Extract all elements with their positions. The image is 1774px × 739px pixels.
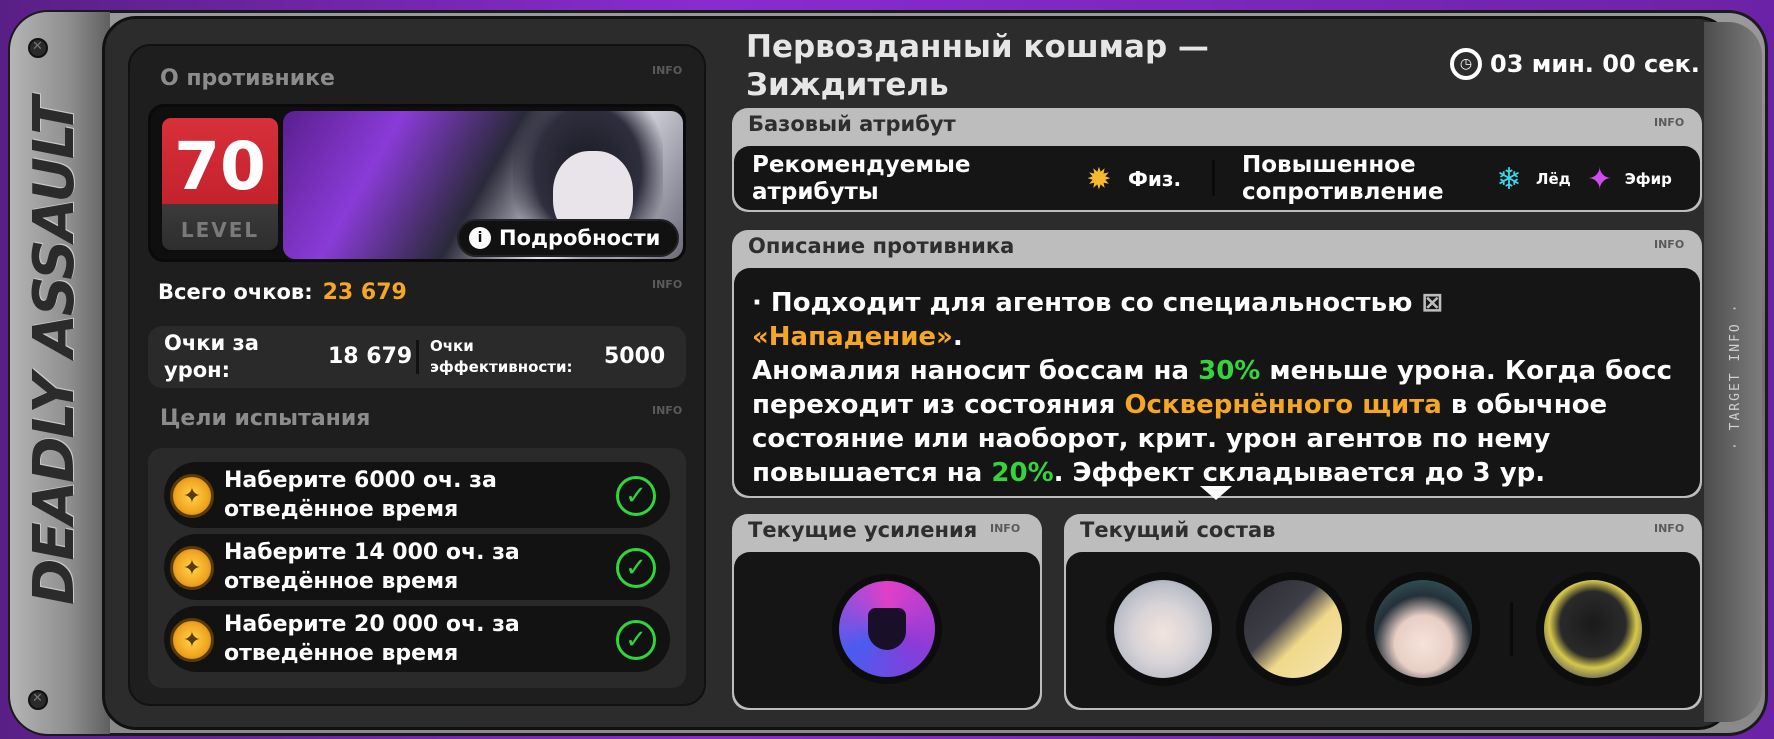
shield-icon	[868, 608, 906, 650]
agent-avatar[interactable]	[1366, 572, 1480, 686]
clock-icon: ◷	[1450, 48, 1482, 80]
star-coin-icon: ✦	[170, 474, 214, 518]
goal-item: ✦ Наберите 6000 оч. за отведённое время …	[164, 462, 670, 528]
enemy-level: 70	[174, 128, 266, 205]
resistance-label: Повышенное сопротивление	[1242, 152, 1444, 205]
goal-text: Наберите 14 000 оч. за отведённое время	[224, 540, 520, 594]
total-score-label: Всего очков:	[158, 280, 313, 304]
physical-label: Физ.	[1128, 167, 1182, 191]
enemy-section-label: О противнике	[160, 66, 335, 91]
description-tab-label: Описание противника	[748, 234, 1015, 258]
scroll-down-icon[interactable]	[1200, 486, 1232, 500]
details-button[interactable]: i Подробности	[457, 219, 679, 257]
level-word: LEVEL	[180, 218, 260, 242]
physical-icon: ✹	[1086, 161, 1112, 197]
target-info-label: · TARGET INFO ·	[1728, 302, 1743, 450]
ether-icon: ✦	[1587, 161, 1613, 197]
goals-list: ✦ Наберите 6000 оч. за отведённое время …	[148, 448, 686, 688]
info-circle-icon: i	[469, 227, 491, 249]
specialty-highlight: «Нападение»	[752, 322, 953, 352]
efficiency-score-label: Очки эффективности:	[430, 337, 573, 376]
info-tag: INFO	[1654, 522, 1685, 535]
buffs-tab-label: Текущие усиления	[748, 518, 978, 542]
agent-portrait	[1244, 580, 1342, 678]
enemy-banner[interactable]: 70 LEVEL i Подробности	[148, 104, 686, 262]
goals-section-label: Цели испытания	[160, 406, 371, 431]
checkmark-icon: ✓	[616, 620, 656, 660]
screw-icon	[28, 690, 48, 710]
info-tag: INFO	[652, 404, 683, 417]
total-score-value: 23 679	[322, 280, 407, 305]
star-coin-icon: ✦	[170, 546, 214, 590]
checkmark-icon: ✓	[616, 476, 656, 516]
agent-portrait	[1114, 580, 1212, 678]
goal-text: Наберите 6000 оч. за отведённое время	[224, 468, 497, 522]
buff-ring	[839, 581, 935, 677]
description-line: . Эффект складывается до 3 ур.	[1053, 458, 1546, 488]
agent-portrait	[1374, 580, 1472, 678]
timer: ◷ 03 мин. 00 сек.	[1450, 48, 1700, 80]
mode-title: DEADLY ASSAULT	[22, 98, 87, 606]
percent-highlight: 20%	[991, 458, 1054, 488]
description-line: Аномалия наносит боссам на	[752, 356, 1190, 386]
buff-icon[interactable]	[832, 574, 942, 684]
bangboo-portrait	[1544, 580, 1642, 678]
team-tab-label: Текущий состав	[1080, 518, 1276, 542]
divider	[1510, 602, 1513, 656]
ice-icon: ❄	[1496, 161, 1522, 197]
checkmark-icon: ✓	[616, 548, 656, 588]
recommended-label: Рекомендуемые атрибуты	[752, 152, 971, 205]
recommended-attributes: Рекомендуемые атрибуты ✹ Физ.	[752, 152, 1192, 206]
timer-value: 03 мин. 00 сек.	[1490, 50, 1700, 78]
screw-icon	[28, 38, 48, 58]
goal-item: ✦ Наберите 14 000 оч. за отведённое врем…	[164, 534, 670, 600]
attributes-tab-label: Базовый атрибут	[748, 112, 956, 136]
damage-score-label: Очки за урон:	[164, 331, 259, 382]
level-badge: 70 LEVEL	[159, 115, 281, 253]
details-label: Подробности	[499, 226, 661, 250]
divider	[1212, 160, 1215, 196]
percent-highlight: 30%	[1198, 356, 1261, 386]
info-tag: INFO	[652, 64, 683, 77]
ice-label: Лёд	[1536, 170, 1571, 188]
score-breakdown: Очки за урон: 18 679 Очки эффективности:…	[148, 326, 686, 388]
goal-text: Наберите 20 000 оч. за отведённое время	[224, 612, 520, 666]
shield-highlight: Осквернённого щита	[1124, 390, 1442, 420]
info-tag: INFO	[1654, 238, 1685, 251]
star-coin-icon: ✦	[170, 618, 214, 662]
boss-title: Первозданный кошмар — Зиждитель	[746, 29, 1209, 103]
description-line: · Подходит для агентов со специальностью	[752, 288, 1413, 318]
bangboo-avatar[interactable]	[1536, 572, 1650, 686]
info-tag: INFO	[1654, 116, 1685, 129]
goal-item: ✦ Наберите 20 000 оч. за отведённое врем…	[164, 606, 670, 672]
info-tag: INFO	[652, 278, 683, 291]
damage-score-value: 18 679	[328, 344, 413, 369]
attack-specialty-icon: ⊠	[1421, 288, 1444, 318]
agent-avatar[interactable]	[1106, 572, 1220, 686]
ether-label: Эфир	[1624, 170, 1672, 188]
resistance-attributes: Повышенное сопротивление ❄ Лёд ✦ Эфир	[1242, 152, 1702, 206]
efficiency-score-value: 5000	[604, 344, 666, 369]
description-text: · Подходит для агентов со специальностью…	[752, 288, 1672, 488]
agent-avatar[interactable]	[1236, 572, 1350, 686]
total-score-row: Всего очков: 23 679	[158, 280, 407, 305]
info-tag: INFO	[990, 522, 1021, 535]
divider	[416, 340, 419, 374]
